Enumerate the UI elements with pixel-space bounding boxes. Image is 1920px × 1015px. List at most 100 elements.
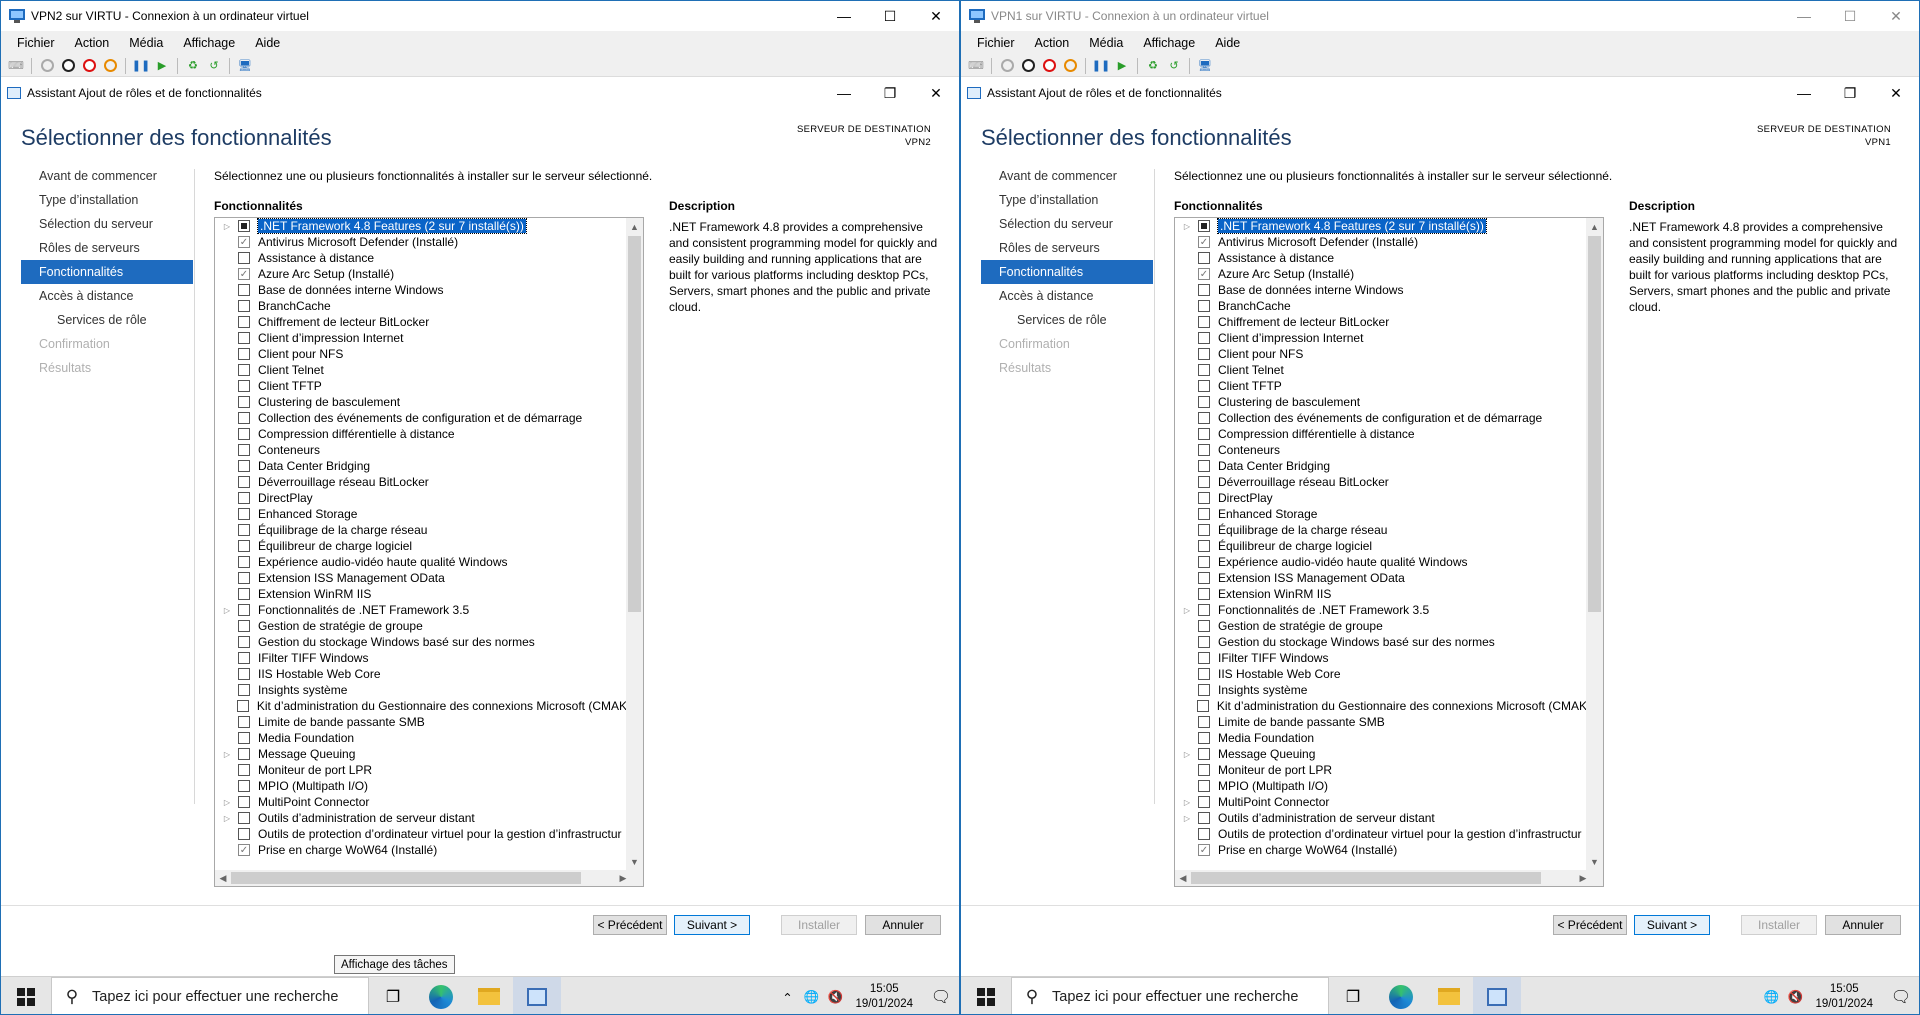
feature-checkbox[interactable] [238,412,250,424]
feature-checkbox[interactable] [238,620,250,632]
feature-row[interactable]: Assistance à distance [1175,250,1587,266]
feature-checkbox[interactable] [238,460,250,472]
start-icon[interactable] [38,57,56,75]
feature-row[interactable]: ▷ Outils d’administration de serveur dist… [1175,810,1587,826]
feature-row[interactable]: IFilter TIFF Windows [1175,650,1587,666]
menu-fichier[interactable]: Fichier [967,36,1025,50]
feature-checkbox[interactable] [238,652,250,664]
server-manager-icon[interactable] [513,976,561,1014]
feature-checkbox[interactable] [238,572,250,584]
menu-aide[interactable]: Aide [245,36,290,50]
feature-checkbox[interactable]: ✓ [1198,268,1210,280]
notification-icon[interactable]: 🗨 [1883,987,1919,1007]
wizard-restore-button[interactable]: ❐ [1827,77,1873,109]
volume-muted-icon[interactable]: 🔇 [1785,990,1805,1005]
feature-checkbox[interactable] [1198,300,1210,312]
feature-checkbox[interactable] [238,748,250,760]
revert-icon[interactable]: ↺ [205,57,223,75]
feature-checkbox[interactable] [1198,796,1210,808]
server-manager-icon[interactable] [1473,976,1521,1014]
feature-checkbox[interactable] [238,492,250,504]
feature-row[interactable]: Expérience audio-vidéo haute qualité Win… [215,554,627,570]
taskbar-search[interactable]: ⚲ Tapez ici pour effectuer une recherche [1011,976,1329,1014]
feature-row[interactable]: Gestion de stratégie de groupe [215,618,627,634]
vm-titlebar[interactable]: VPN1 sur VIRTU - Connexion à un ordinate… [961,1,1919,31]
feature-checkbox[interactable] [1198,220,1210,232]
menu-media[interactable]: Média [1079,36,1133,50]
feature-row[interactable]: Limite de bande passante SMB [1175,714,1587,730]
cancel-button[interactable]: Annuler [865,915,941,935]
expand-arrow-icon[interactable]: ▷ [1180,602,1194,618]
feature-row[interactable]: ▷ Message Queuing [1175,746,1587,762]
feature-row[interactable]: Kit d’administration du Gestionnaire des… [1175,698,1587,714]
nav-item[interactable]: Avant de commencer [21,164,193,188]
feature-row[interactable]: Outils de protection d’ordinateur virtue… [215,826,627,842]
feature-checkbox[interactable] [1196,700,1209,712]
expand-arrow-icon[interactable]: ▷ [220,602,234,618]
feature-checkbox[interactable] [238,716,250,728]
feature-checkbox[interactable] [238,316,250,328]
next-button[interactable]: Suivant > [1634,915,1710,935]
feature-checkbox[interactable] [1198,636,1210,648]
feature-checkbox[interactable] [1198,540,1210,552]
feature-row[interactable]: Client d’impression Internet [1175,330,1587,346]
features-tree[interactable]: ▷ .NET Framework 4.8 Features (2 sur 7 in… [214,217,644,887]
start-button[interactable] [961,977,1011,1015]
scroll-up-icon[interactable]: ▲ [1586,218,1603,235]
ctrl-alt-del-icon[interactable]: ⌨ [967,57,985,75]
taskbar-clock[interactable]: 15:05 19/01/2024 [1815,982,1873,1012]
feature-checkbox[interactable] [238,732,250,744]
feature-row[interactable]: Client d’impression Internet [215,330,627,346]
feature-checkbox[interactable] [238,556,250,568]
feature-checkbox[interactable] [1198,460,1210,472]
feature-checkbox[interactable] [238,684,250,696]
feature-checkbox[interactable]: ✓ [238,236,250,248]
scroll-down-icon[interactable]: ▼ [626,853,643,870]
feature-row[interactable]: Extension ISS Management OData [1175,570,1587,586]
feature-checkbox[interactable] [238,284,250,296]
feature-row[interactable]: Déverrouillage réseau BitLocker [1175,474,1587,490]
feature-checkbox[interactable] [238,348,250,360]
turn-off-icon[interactable] [1019,57,1037,75]
nav-item[interactable]: Fonctionnalités [981,260,1153,284]
nav-item[interactable]: Rôles de serveurs [21,236,193,260]
checkpoint-icon[interactable]: ♻ [184,57,202,75]
install-button[interactable]: Installer [781,915,857,935]
wizard-minimize-button[interactable]: — [1781,77,1827,109]
expand-arrow-icon[interactable]: ▷ [1180,218,1194,234]
menu-action[interactable]: Action [65,36,120,50]
feature-row[interactable]: Gestion du stockage Windows basé sur des… [1175,634,1587,650]
wizard-restore-button[interactable]: ❐ [867,77,913,109]
start-icon[interactable] [998,57,1016,75]
feature-checkbox[interactable] [238,540,250,552]
feature-row[interactable]: Compression différentielle à distance [215,426,627,442]
feature-checkbox[interactable] [1198,732,1210,744]
feature-checkbox[interactable] [1198,764,1210,776]
feature-checkbox[interactable]: ✓ [238,844,250,856]
feature-row[interactable]: DirectPlay [215,490,627,506]
feature-checkbox[interactable] [1198,668,1210,680]
feature-row[interactable]: Client Telnet [215,362,627,378]
close-button[interactable]: ✕ [1873,1,1919,31]
scroll-left-icon[interactable]: ◀ [1175,870,1191,886]
scroll-left-icon[interactable]: ◀ [215,870,231,886]
feature-row[interactable]: Extension ISS Management OData [215,570,627,586]
feature-checkbox[interactable] [238,220,250,232]
checkpoint-icon[interactable]: ♻ [1144,57,1162,75]
feature-checkbox[interactable] [238,396,250,408]
feature-row[interactable]: Enhanced Storage [1175,506,1587,522]
feature-row[interactable]: ✓ Prise en charge WoW64 (Installé) [1175,842,1587,858]
expand-arrow-icon[interactable]: ▷ [1180,794,1194,810]
feature-checkbox[interactable] [1198,684,1210,696]
feature-row[interactable]: IFilter TIFF Windows [215,650,627,666]
menu-media[interactable]: Média [119,36,173,50]
previous-button[interactable]: < Précédent [1553,915,1627,935]
features-tree[interactable]: ▷ .NET Framework 4.8 Features (2 sur 7 in… [1174,217,1604,887]
feature-row[interactable]: MPIO (Multipath I/O) [1175,778,1587,794]
feature-row[interactable]: Extension WinRM IIS [215,586,627,602]
feature-row[interactable]: ▷ Outils d’administration de serveur dist… [215,810,627,826]
ctrl-alt-del-icon[interactable]: ⌨ [7,57,25,75]
wizard-titlebar[interactable]: Assistant Ajout de rôles et de fonctionn… [961,77,1919,109]
edge-icon[interactable] [1377,977,1425,1015]
shutdown-icon[interactable] [1040,57,1058,75]
